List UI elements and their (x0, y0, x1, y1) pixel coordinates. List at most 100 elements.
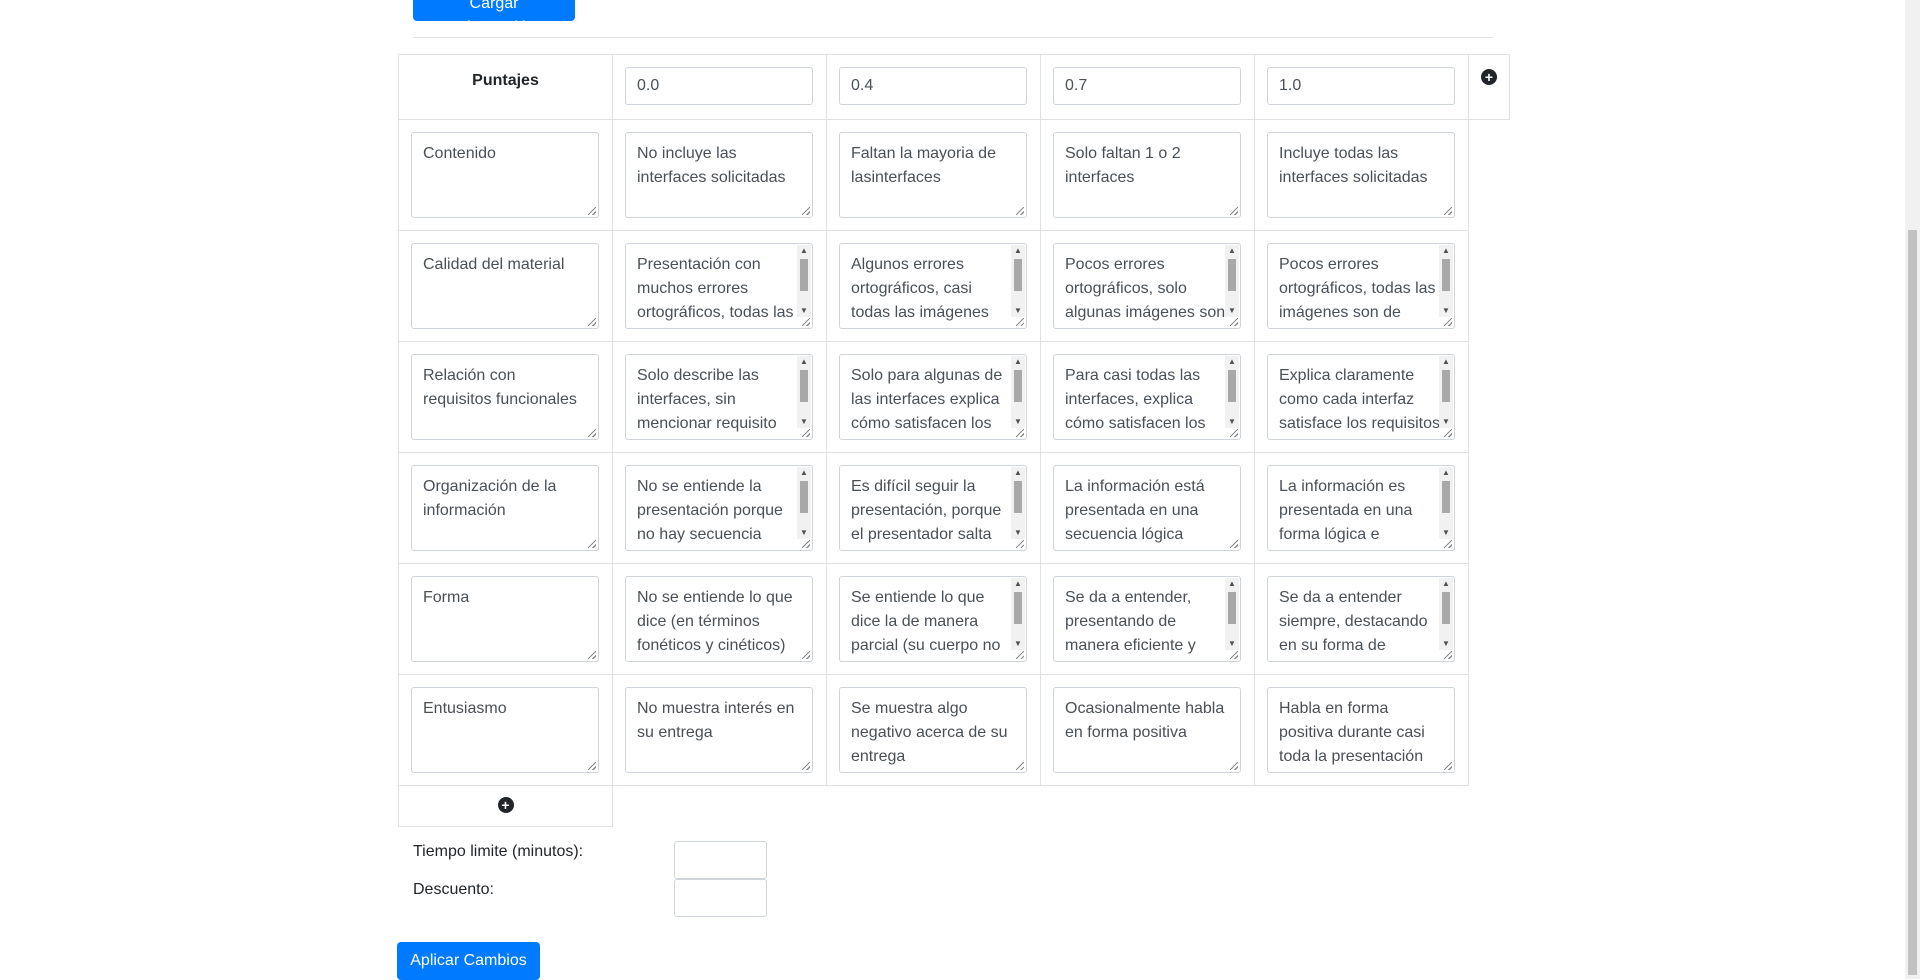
scroll-down-arrow-icon[interactable]: ▼ (1439, 305, 1453, 317)
resize-grip-icon[interactable] (588, 207, 596, 215)
scroll-down-arrow-icon[interactable]: ▼ (1225, 638, 1239, 650)
scroll-thumb[interactable] (1014, 370, 1022, 402)
resize-grip-icon[interactable] (588, 762, 596, 770)
criterion-field[interactable]: Calidad del material (411, 243, 599, 329)
level-description-field[interactable]: Explica claramente como cada interfaz sa… (1267, 354, 1455, 440)
resize-grip-icon[interactable] (802, 651, 810, 659)
scroll-thumb[interactable] (1442, 370, 1450, 402)
level-description-field[interactable]: Faltan la mayoria de lasinterfaces (839, 132, 1027, 218)
textarea-scrollbar[interactable]: ▲ ▼ (1011, 245, 1025, 317)
level-description-field[interactable]: La información está presentada en una se… (1053, 465, 1241, 551)
resize-grip-icon[interactable] (802, 207, 810, 215)
scroll-down-arrow-icon[interactable]: ▼ (1011, 416, 1025, 428)
resize-grip-icon[interactable] (1444, 318, 1452, 326)
criterion-field[interactable]: Forma (411, 576, 599, 662)
level-description-field[interactable]: No incluye las interfaces solicitadas (625, 132, 813, 218)
resize-grip-icon[interactable] (588, 318, 596, 326)
resize-grip-icon[interactable] (1016, 651, 1024, 659)
load-information-button[interactable]: Cargar Información (413, 0, 575, 36)
resize-grip-icon[interactable] (1016, 207, 1024, 215)
resize-grip-icon[interactable] (1444, 429, 1452, 437)
level-description-field[interactable]: Presentación con muchos errores ortográf… (625, 243, 813, 329)
resize-grip-icon[interactable] (1444, 651, 1452, 659)
resize-grip-icon[interactable] (1444, 540, 1452, 548)
scroll-thumb[interactable] (1442, 592, 1450, 624)
page-scrollbar[interactable] (1905, 0, 1920, 979)
scroll-up-arrow-icon[interactable]: ▲ (797, 245, 811, 257)
textarea-scrollbar[interactable]: ▲ ▼ (797, 356, 811, 428)
time-limit-input[interactable] (674, 841, 767, 879)
scroll-down-arrow-icon[interactable]: ▼ (1439, 638, 1453, 650)
score-input-3[interactable] (1267, 67, 1455, 105)
level-description-field[interactable]: Es difícil seguir la presentación, porqu… (839, 465, 1027, 551)
scroll-thumb[interactable] (800, 259, 808, 291)
resize-grip-icon[interactable] (1230, 651, 1238, 659)
textarea-scrollbar[interactable]: ▲ ▼ (1439, 356, 1453, 428)
scroll-down-arrow-icon[interactable]: ▼ (1225, 305, 1239, 317)
level-description-field[interactable]: No se entiende lo que dice (en términos … (625, 576, 813, 662)
scroll-up-arrow-icon[interactable]: ▲ (1225, 356, 1239, 368)
scroll-down-arrow-icon[interactable]: ▼ (1011, 305, 1025, 317)
resize-grip-icon[interactable] (1444, 762, 1452, 770)
scroll-down-arrow-icon[interactable]: ▼ (1011, 527, 1025, 539)
scroll-up-arrow-icon[interactable]: ▲ (1011, 467, 1025, 479)
textarea-scrollbar[interactable]: ▲ ▼ (1439, 245, 1453, 317)
level-description-field[interactable]: Se da a entender, presentando de manera … (1053, 576, 1241, 662)
level-description-field[interactable]: Se muestra algo negativo acerca de su en… (839, 687, 1027, 773)
resize-grip-icon[interactable] (802, 318, 810, 326)
scroll-down-arrow-icon[interactable]: ▼ (1225, 416, 1239, 428)
level-description-field[interactable]: Algunos errores ortográficos, casi todas… (839, 243, 1027, 329)
resize-grip-icon[interactable] (1230, 207, 1238, 215)
scroll-up-arrow-icon[interactable]: ▲ (797, 356, 811, 368)
scroll-up-arrow-icon[interactable]: ▲ (1439, 467, 1453, 479)
scroll-thumb[interactable] (1228, 259, 1236, 291)
scroll-up-arrow-icon[interactable]: ▲ (1439, 578, 1453, 590)
resize-grip-icon[interactable] (1016, 318, 1024, 326)
scroll-down-arrow-icon[interactable]: ▼ (1439, 416, 1453, 428)
resize-grip-icon[interactable] (588, 429, 596, 437)
resize-grip-icon[interactable] (1016, 762, 1024, 770)
page-scroll-thumb[interactable] (1908, 230, 1917, 975)
textarea-scrollbar[interactable]: ▲ ▼ (1439, 467, 1453, 539)
resize-grip-icon[interactable] (1230, 318, 1238, 326)
scroll-thumb[interactable] (800, 370, 808, 402)
scroll-up-arrow-icon[interactable]: ▲ (1011, 245, 1025, 257)
scroll-up-arrow-icon[interactable]: ▲ (1225, 245, 1239, 257)
add-column-plus-icon[interactable]: + (1481, 69, 1497, 85)
scroll-down-arrow-icon[interactable]: ▼ (797, 305, 811, 317)
resize-grip-icon[interactable] (802, 762, 810, 770)
level-description-field[interactable]: No se entiende la presentación porque no… (625, 465, 813, 551)
textarea-scrollbar[interactable]: ▲ ▼ (1439, 578, 1453, 650)
textarea-scrollbar[interactable]: ▲ ▼ (1225, 356, 1239, 428)
scroll-up-arrow-icon[interactable]: ▲ (1439, 356, 1453, 368)
scroll-thumb[interactable] (1014, 259, 1022, 291)
resize-grip-icon[interactable] (1230, 429, 1238, 437)
resize-grip-icon[interactable] (588, 540, 596, 548)
scroll-up-arrow-icon[interactable]: ▲ (1225, 578, 1239, 590)
textarea-scrollbar[interactable]: ▲ ▼ (1011, 578, 1025, 650)
textarea-scrollbar[interactable]: ▲ ▼ (1225, 578, 1239, 650)
resize-grip-icon[interactable] (1016, 429, 1024, 437)
scroll-thumb[interactable] (800, 481, 808, 513)
scroll-down-arrow-icon[interactable]: ▼ (1439, 527, 1453, 539)
level-description-field[interactable]: Pocos errores ortográficos, solo algunas… (1053, 243, 1241, 329)
level-description-field[interactable]: No muestra interés en su entrega (625, 687, 813, 773)
criterion-field[interactable]: Relación con requisitos funcionales (411, 354, 599, 440)
resize-grip-icon[interactable] (1016, 540, 1024, 548)
score-input-0[interactable] (625, 67, 813, 105)
resize-grip-icon[interactable] (588, 651, 596, 659)
scroll-down-arrow-icon[interactable]: ▼ (797, 527, 811, 539)
level-description-field[interactable]: Para casi todas las interfaces, explica … (1053, 354, 1241, 440)
level-description-field[interactable]: La información es presentada en una form… (1267, 465, 1455, 551)
criterion-field[interactable]: Organización de la información (411, 465, 599, 551)
criterion-field[interactable]: Entusiasmo (411, 687, 599, 773)
scroll-down-arrow-icon[interactable]: ▼ (797, 416, 811, 428)
resize-grip-icon[interactable] (1230, 540, 1238, 548)
level-description-field[interactable]: Ocasionalmente habla en forma positiva (1053, 687, 1241, 773)
scroll-down-arrow-icon[interactable]: ▼ (1011, 638, 1025, 650)
resize-grip-icon[interactable] (1230, 762, 1238, 770)
level-description-field[interactable]: Solo describe las interfaces, sin mencio… (625, 354, 813, 440)
textarea-scrollbar[interactable]: ▲ ▼ (1011, 356, 1025, 428)
level-description-field[interactable]: Pocos errores ortográficos, todas las im… (1267, 243, 1455, 329)
level-description-field[interactable]: Habla en forma positiva durante casi tod… (1267, 687, 1455, 773)
